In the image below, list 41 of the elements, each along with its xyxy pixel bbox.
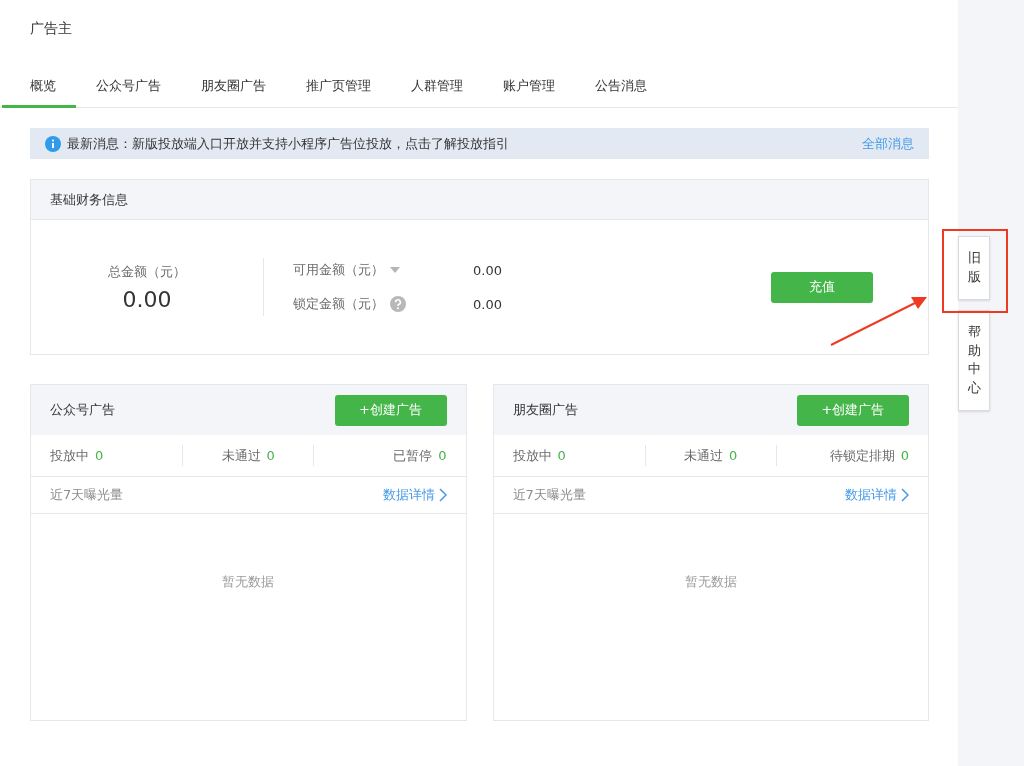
stat-label: 未通过 [684, 446, 724, 465]
stat-value: 0 [557, 448, 566, 463]
panel-title: 朋友圈广告 [512, 401, 578, 419]
nav-tab[interactable]: 账户管理 [483, 66, 575, 108]
stat-value: 0 [900, 448, 909, 463]
empty-text: 暂无数据 [222, 573, 275, 591]
notice-text: 最新消息：新版投放端入口开放并支持小程序广告位投放，点击了解投放指引 [67, 134, 510, 153]
nav-tab[interactable]: 推广页管理 [286, 66, 391, 108]
stat-value: 0 [438, 448, 447, 463]
nav-tab[interactable]: 概览 [2, 66, 76, 108]
side-tab[interactable]: 帮助中心 [958, 309, 990, 412]
total-label: 总金额（元） [108, 262, 186, 281]
panel-title: 公众号广告 [50, 401, 115, 419]
chevron-right-icon [901, 488, 909, 502]
stat-label: 待锁定排期 [829, 446, 895, 465]
stat-label: 投放中 [512, 446, 552, 465]
empty-text: 暂无数据 [684, 573, 737, 591]
stat-label: 已暂停 [393, 446, 433, 465]
nav-tab[interactable]: 人群管理 [391, 66, 483, 108]
page-title: 广告主 [30, 20, 72, 38]
help-icon[interactable] [390, 296, 406, 312]
card-title: 基础财务信息 [50, 190, 128, 209]
total-value: 0.00 [122, 286, 172, 312]
stat-label: 投放中 [50, 446, 89, 465]
stat-value: 0 [95, 448, 104, 463]
exposure-label: 近7天曝光量 [512, 486, 586, 504]
amount-label: 可用金额（元） [293, 261, 384, 279]
nav-tab[interactable]: 公众号广告 [76, 66, 181, 108]
info-icon [45, 135, 61, 152]
amount-value: 0.00 [473, 262, 503, 278]
amount-value: 0.00 [473, 296, 503, 312]
side-tab[interactable]: 旧版 [958, 236, 990, 300]
chevron-right-icon [438, 488, 447, 502]
stat-label: 未通过 [221, 446, 261, 465]
amount-label: 锁定金额（元） [293, 295, 384, 313]
exposure-label: 近7天曝光量 [50, 486, 124, 504]
stat-value: 0 [729, 448, 738, 463]
nav-tab[interactable]: 公告消息 [575, 66, 667, 108]
caret-down-icon[interactable] [390, 267, 400, 273]
nav-tab[interactable]: 朋友圈广告 [181, 66, 286, 108]
stat-value: 0 [266, 448, 275, 463]
